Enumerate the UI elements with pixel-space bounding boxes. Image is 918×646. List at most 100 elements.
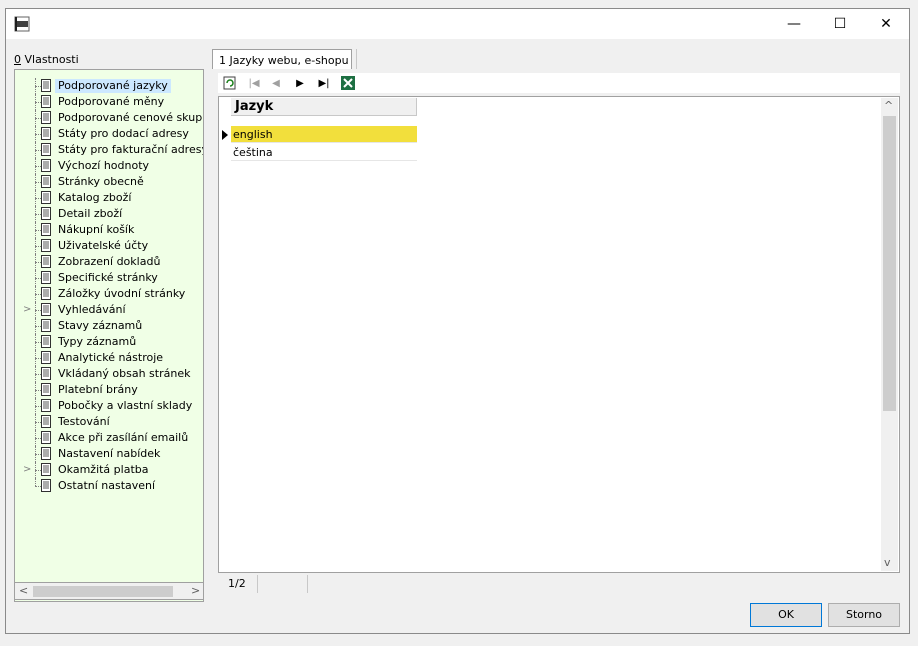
document-icon (41, 143, 51, 156)
tree-item-label: Podporované jazyky (55, 79, 171, 93)
status-bar: 1/2 (218, 575, 900, 595)
tree-item[interactable]: Typy záznamů (15, 334, 203, 350)
document-icon (41, 415, 51, 428)
tree-item[interactable]: Analytické nástroje (15, 350, 203, 366)
scroll-up-icon[interactable]: ^ (884, 99, 893, 112)
tree-item-label: Nastavení nabídek (58, 447, 161, 460)
tree-item[interactable]: Státy pro fakturační adresy (15, 142, 203, 158)
close-button[interactable]: ✕ (863, 9, 909, 39)
tab-separator (356, 49, 357, 69)
tree-item[interactable]: Ostatní nastavení (15, 478, 203, 494)
status-cell (258, 575, 308, 593)
k2-app-icon (14, 16, 30, 32)
tree-item-label: Státy pro fakturační adresy (58, 143, 204, 156)
document-icon (41, 383, 51, 396)
tree-item-label: Vyhledávání (58, 303, 126, 316)
table-row[interactable]: čeština (231, 144, 417, 161)
ok-button[interactable]: OK (750, 603, 822, 627)
tree-item-label: Stavy záznamů (58, 319, 143, 332)
tree-item-label: Podporované cenové skupiny (58, 111, 204, 124)
tree-item[interactable]: Akce při zasílání emailů (15, 430, 203, 446)
tree-item[interactable]: Pobočky a vlastní sklady (15, 398, 203, 414)
document-icon (41, 351, 51, 364)
tree-item-label: Testování (58, 415, 110, 428)
current-row-indicator-icon (222, 130, 228, 140)
minimize-button[interactable]: — (771, 9, 817, 39)
tree-item[interactable]: Podporované cenové skupiny (15, 110, 203, 126)
scroll-thumb[interactable] (883, 116, 896, 411)
tree-item-label: Okamžitá platba (58, 463, 149, 476)
document-icon (41, 303, 51, 316)
document-icon (41, 479, 51, 492)
tab-jazyky-webu[interactable]: 1 Jazyky webu, e-shopu (212, 49, 352, 69)
document-icon (41, 223, 51, 236)
tree-item-label: Analytické nástroje (58, 351, 164, 364)
document-icon (41, 287, 51, 300)
document-icon (41, 271, 51, 284)
tree-item[interactable]: Výchozí hodnoty (15, 158, 203, 174)
last-record-button[interactable]: ▶| (316, 75, 332, 91)
tree-item-label: Výchozí hodnoty (58, 159, 150, 172)
tree-horizontal-scrollbar[interactable]: < > (14, 582, 204, 600)
document-icon (41, 207, 51, 220)
document-icon (41, 191, 51, 204)
next-record-button[interactable]: ▶ (292, 75, 308, 91)
grid-vertical-scrollbar[interactable]: ^ v (881, 98, 898, 571)
tree-item[interactable]: Státy pro dodací adresy (15, 126, 203, 142)
tree-item-label: Detail zboží (58, 207, 123, 220)
expand-chevron-icon[interactable]: > (23, 304, 31, 315)
cancel-button[interactable]: Storno (828, 603, 900, 627)
scroll-down-icon[interactable]: v (884, 556, 891, 569)
tree-connector (35, 478, 36, 486)
tree-item[interactable]: Podporované měny (15, 94, 203, 110)
tree-item-label: Uživatelské účty (58, 239, 149, 252)
document-icon (41, 79, 51, 92)
record-position: 1/2 (218, 575, 258, 593)
tree-item-label: Akce při zasílání emailů (58, 431, 189, 444)
tree-item[interactable]: > Okamžitá platba (15, 462, 203, 478)
scroll-right-icon[interactable]: > (191, 584, 200, 597)
maximize-button[interactable]: ☐ (817, 9, 863, 39)
tree-item-label: Záložky úvodní stránky (58, 287, 186, 300)
excel-export-icon[interactable] (340, 75, 356, 91)
table-row[interactable]: english (231, 126, 417, 143)
tree-item[interactable]: Detail zboží (15, 206, 203, 222)
tree-item[interactable]: Nastavení nabídek (15, 446, 203, 462)
properties-tree[interactable]: Podporované jazyky Podporované měny Podpor… (14, 69, 204, 602)
tree-item[interactable]: Stavy záznamů (15, 318, 203, 334)
scroll-thumb[interactable] (33, 586, 173, 597)
document-icon (41, 111, 51, 124)
tree-item-label: Specifické stránky (58, 271, 158, 284)
tree-item[interactable]: Katalog zboží (15, 190, 203, 206)
document-icon (41, 175, 51, 188)
tree-item[interactable]: Záložky úvodní stránky (15, 286, 203, 302)
tree-item-label: Katalog zboží (58, 191, 132, 204)
document-icon (41, 367, 51, 380)
document-icon (41, 159, 51, 172)
expand-chevron-icon[interactable]: > (23, 464, 31, 475)
tree-item-label: Vkládaný obsah stránek (58, 367, 191, 380)
properties-label: 0 Vlastnosti (14, 53, 79, 66)
tree-item[interactable]: Testování (15, 414, 203, 430)
tree-item[interactable]: Zobrazení dokladů (15, 254, 203, 270)
tree-item[interactable]: Platební brány (15, 382, 203, 398)
tree-item[interactable]: Uživatelské účty (15, 238, 203, 254)
scroll-left-icon[interactable]: < (19, 584, 28, 597)
languages-grid[interactable]: Jazyk english čeština ^ v (218, 96, 900, 573)
document-icon (41, 431, 51, 444)
dialog-window: — ☐ ✕ 0 Vlastnosti Podporované jazyky Pod… (5, 8, 910, 634)
tree-item[interactable]: > Vyhledávání (15, 302, 203, 318)
tree-item[interactable]: Stránky obecně (15, 174, 203, 190)
refresh-icon[interactable] (222, 75, 238, 91)
first-record-button[interactable]: |◀ (246, 75, 262, 91)
previous-record-button[interactable]: ◀ (268, 75, 284, 91)
tree-item-label: Pobočky a vlastní sklady (58, 399, 193, 412)
tree-item[interactable]: Podporované jazyky (15, 78, 203, 94)
column-header-jazyk[interactable]: Jazyk (231, 98, 417, 116)
tree-item[interactable]: Nákupní košík (15, 222, 203, 238)
tree-item-label: Typy záznamů (58, 335, 137, 348)
document-icon (41, 447, 51, 460)
document-icon (41, 255, 51, 268)
tree-item[interactable]: Specifické stránky (15, 270, 203, 286)
tree-item[interactable]: Vkládaný obsah stránek (15, 366, 203, 382)
